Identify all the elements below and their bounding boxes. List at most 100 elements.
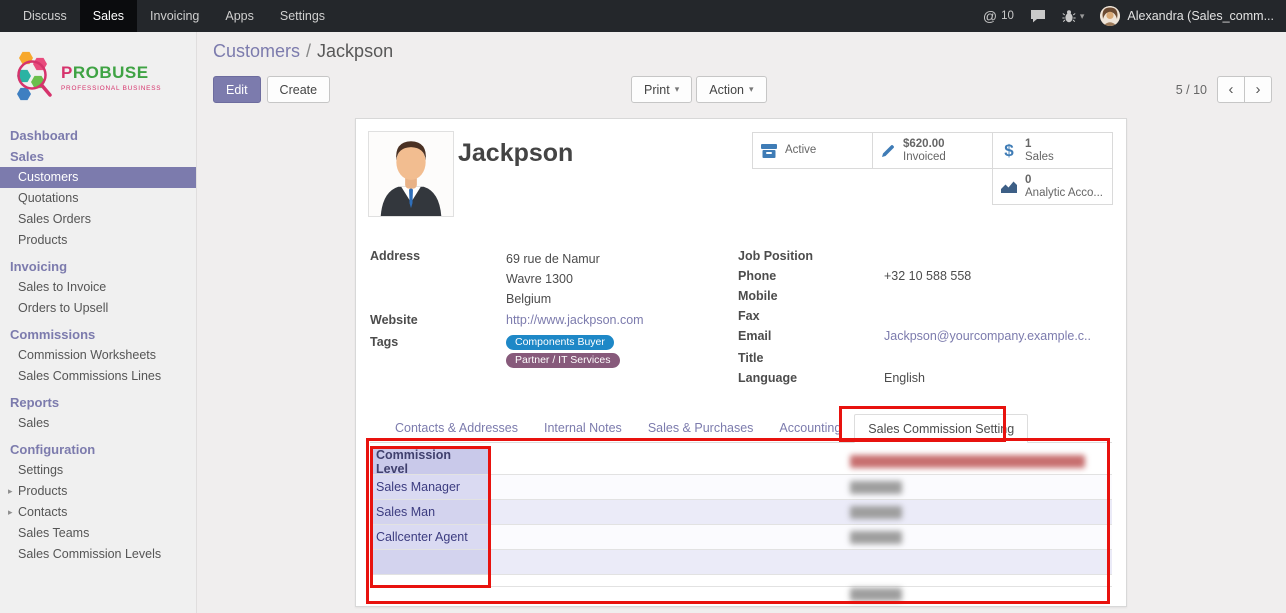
probuse-logo-icon	[12, 48, 54, 106]
notebook-tabs: Contacts & Addresses Internal Notes Sale…	[370, 414, 1112, 443]
breadcrumb-current: Jackpson	[317, 41, 393, 61]
create-button[interactable]: Create	[267, 76, 331, 103]
tag-components-buyer: Components Buyer	[506, 335, 614, 350]
address-label: Address	[370, 249, 506, 309]
sidebar-section-configuration[interactable]: Configuration	[0, 439, 196, 460]
menu-sales[interactable]: Sales	[80, 0, 137, 32]
menu-apps[interactable]: Apps	[212, 0, 267, 32]
commission-level-cell[interactable]: Sales Manager	[370, 475, 490, 499]
stat-buttons: Active $620.00 Invoiced $ 1 Sales	[753, 133, 1113, 205]
sidebar-item-config-contacts[interactable]: ▸Contacts	[0, 502, 196, 523]
commission-level-cell[interactable]: Callcenter Agent	[370, 525, 490, 549]
pager-value[interactable]: 5 / 10	[1176, 83, 1207, 97]
sidebar-item-sales-to-invoice[interactable]: Sales to Invoice	[0, 277, 196, 298]
user-avatar	[1100, 6, 1120, 26]
title-label: Title	[738, 351, 884, 367]
debug-menu-button[interactable]: ▾	[1062, 9, 1085, 23]
tags-value: Components Buyer Partner / IT Services	[506, 335, 720, 368]
menu-settings[interactable]: Settings	[267, 0, 338, 32]
archive-icon	[760, 143, 778, 159]
tab-internal-notes[interactable]: Internal Notes	[531, 414, 635, 442]
user-menu[interactable]: Alexandra (Sales_comm...	[1100, 6, 1274, 26]
sidebar-section-reports[interactable]: Reports	[0, 392, 196, 413]
area-chart-icon	[1000, 180, 1018, 194]
language-value: English	[884, 371, 1110, 387]
tab-sales-purchases[interactable]: Sales & Purchases	[635, 414, 767, 442]
brand-first-letter: P	[61, 63, 73, 82]
stat-button-analytic-accounts[interactable]: 0 Analytic Acco...	[992, 168, 1113, 205]
column-header-commission-level[interactable]: Commission Level	[370, 449, 490, 474]
sidebar-section-dashboard[interactable]: Dashboard	[0, 125, 196, 146]
phone-label: Phone	[738, 269, 884, 285]
breadcrumb-separator: /	[306, 41, 311, 61]
edit-button[interactable]: Edit	[213, 76, 261, 103]
stat-label: Invoiced	[903, 151, 946, 164]
screen: Discuss Sales Invoicing Apps Settings @ …	[0, 0, 1286, 613]
mobile-value	[884, 289, 1110, 305]
address-value: 69 rue de Namur Wavre 1300 Belgium	[506, 249, 720, 309]
table-row-callcenter-agent[interactable]: Callcenter Agent	[370, 525, 1112, 550]
submenu-arrow-icon: ▸	[8, 505, 18, 520]
customer-photo[interactable]	[368, 131, 454, 217]
sidebar-item-config-products[interactable]: ▸Products	[0, 481, 196, 502]
sidebar-item-settings[interactable]: Settings	[0, 460, 196, 481]
menu-discuss[interactable]: Discuss	[10, 0, 80, 32]
sidebar-item-sales-orders[interactable]: Sales Orders	[0, 209, 196, 230]
table-row-sales-man[interactable]: Sales Man	[370, 500, 1112, 525]
sidebar-item-customers[interactable]: Customers	[0, 167, 196, 188]
stat-button-invoiced[interactable]: $620.00 Invoiced	[872, 132, 993, 169]
sidebar-item-sales-teams[interactable]: Sales Teams	[0, 523, 196, 544]
chat-bubble-icon	[1030, 9, 1046, 23]
print-dropdown-button[interactable]: Print▾	[631, 76, 692, 103]
stat-value: 1	[1025, 138, 1054, 151]
bug-icon	[1062, 9, 1076, 23]
job-position-label: Job Position	[738, 249, 884, 265]
stat-label: Analytic Acco...	[1025, 187, 1103, 200]
sidebar-item-sales-commission-levels[interactable]: Sales Commission Levels	[0, 544, 196, 565]
messages-button[interactable]	[1030, 9, 1046, 23]
action-dropdown-button[interactable]: Action▾	[696, 76, 766, 103]
businessman-avatar-image	[369, 132, 453, 216]
pager-previous-button[interactable]: ‹	[1217, 76, 1245, 103]
user-name: Alexandra (Sales_comm...	[1127, 9, 1274, 23]
commission-level-cell-empty	[370, 550, 490, 574]
sidebar-section-commissions[interactable]: Commissions	[0, 324, 196, 345]
top-navbar: Discuss Sales Invoicing Apps Settings @ …	[0, 0, 1286, 32]
form-sheet: Jackpson Active $620.00 Invoiced $ 1	[355, 118, 1127, 607]
sidebar-item-commission-worksheets[interactable]: Commission Worksheets	[0, 345, 196, 366]
pager-next-button[interactable]: ›	[1244, 76, 1272, 103]
stat-button-sales[interactable]: $ 1 Sales	[992, 132, 1113, 169]
sidebar-item-reports-sales[interactable]: Sales	[0, 413, 196, 434]
tab-accounting[interactable]: Accounting	[766, 414, 854, 442]
sidebar-item-products[interactable]: Products	[0, 230, 196, 251]
sidebar-item-orders-to-upsell[interactable]: Orders to Upsell	[0, 298, 196, 319]
sidebar-section-sales[interactable]: Sales	[0, 146, 196, 167]
tag-partner-it-services: Partner / IT Services	[506, 353, 620, 368]
stat-button-active[interactable]: Active	[752, 132, 873, 169]
commission-table: Commission Level Sales Manager Sales Man…	[370, 449, 1112, 602]
tab-contacts-addresses[interactable]: Contacts & Addresses	[382, 414, 531, 442]
top-menu: Discuss Sales Invoicing Apps Settings	[0, 0, 338, 32]
redacted-footer-cell	[850, 588, 902, 601]
sidebar-item-label: Contacts	[18, 505, 67, 520]
caret-down-icon: ▾	[1080, 11, 1085, 22]
title-value	[884, 351, 1110, 367]
email-link[interactable]: Jackpson@yourcompany.example.c..	[884, 329, 1091, 343]
record-action-buttons: Edit Create	[213, 76, 330, 103]
sidebar-item-sales-commissions-lines[interactable]: Sales Commissions Lines	[0, 366, 196, 387]
breadcrumb-customers-link[interactable]: Customers	[213, 41, 300, 61]
address-line-1: 69 rue de Namur	[506, 249, 720, 269]
brand-subtitle: PROFESSIONAL BUSINESS	[61, 85, 161, 92]
table-header-row: Commission Level	[370, 449, 1112, 475]
dollar-icon: $	[1000, 141, 1018, 161]
website-label: Website	[370, 313, 506, 329]
tab-sales-commission-setting[interactable]: Sales Commission Setting	[854, 414, 1028, 443]
website-link[interactable]: http://www.jackpson.com	[506, 313, 644, 327]
menu-invoicing[interactable]: Invoicing	[137, 0, 212, 32]
commission-level-cell[interactable]: Sales Man	[370, 500, 490, 524]
sidebar-section-invoicing[interactable]: Invoicing	[0, 256, 196, 277]
mentions-counter-button[interactable]: @ 10	[983, 8, 1014, 24]
sidebar-item-quotations[interactable]: Quotations	[0, 188, 196, 209]
table-row-empty[interactable]	[370, 550, 1112, 575]
table-row-sales-manager[interactable]: Sales Manager	[370, 475, 1112, 500]
